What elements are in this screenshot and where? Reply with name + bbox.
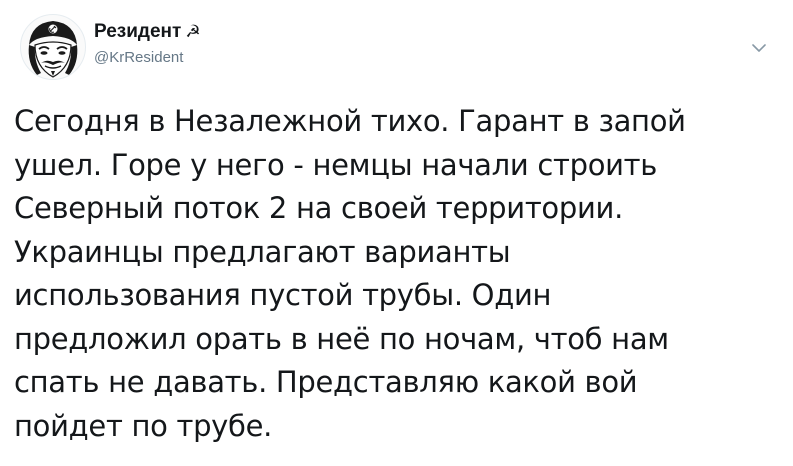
hammer-sickle-icon: ☭ (185, 22, 201, 41)
tweet-text-line: Сегодня в Незалежной тихо. Гарант в запо… (14, 104, 686, 138)
tweet-text-line: использования пустой трубы. Один (14, 278, 552, 312)
display-name-text[interactable]: Резидент (94, 21, 181, 42)
tweet-text-line: спать не давать. Представляю какой вой (14, 365, 638, 399)
author-block: Резидент ☭ @KrResident (94, 20, 201, 69)
tweet-text-line: ушел. Горе у него - немцы начали строить (14, 147, 658, 182)
tweet-text: Сегодня в Незалежной тихо. Гарант в запо… (14, 100, 784, 448)
display-name[interactable]: Резидент ☭ (94, 20, 201, 44)
tweet-header: Резидент ☭ @KrResident (14, 14, 779, 84)
avatar[interactable] (20, 14, 86, 80)
tweet-text-line: пойдет по трубе. (14, 408, 273, 443)
guy-fawkes-mask-icon (28, 21, 78, 78)
tweet-text-line: Украинцы предлагают варианты (14, 234, 511, 269)
chevron-down-icon (752, 44, 766, 52)
tweet-menu-button[interactable] (747, 36, 771, 60)
tweet-text-line: Северный поток 2 на своей территории. (14, 191, 623, 225)
tweet-card: Резидент ☭ @KrResident Сегодня в Незалежн… (0, 0, 793, 466)
user-handle[interactable]: @KrResident (94, 47, 201, 69)
tweet-text-line: предложил орать в неё по ночам, чтоб нам (14, 321, 669, 356)
